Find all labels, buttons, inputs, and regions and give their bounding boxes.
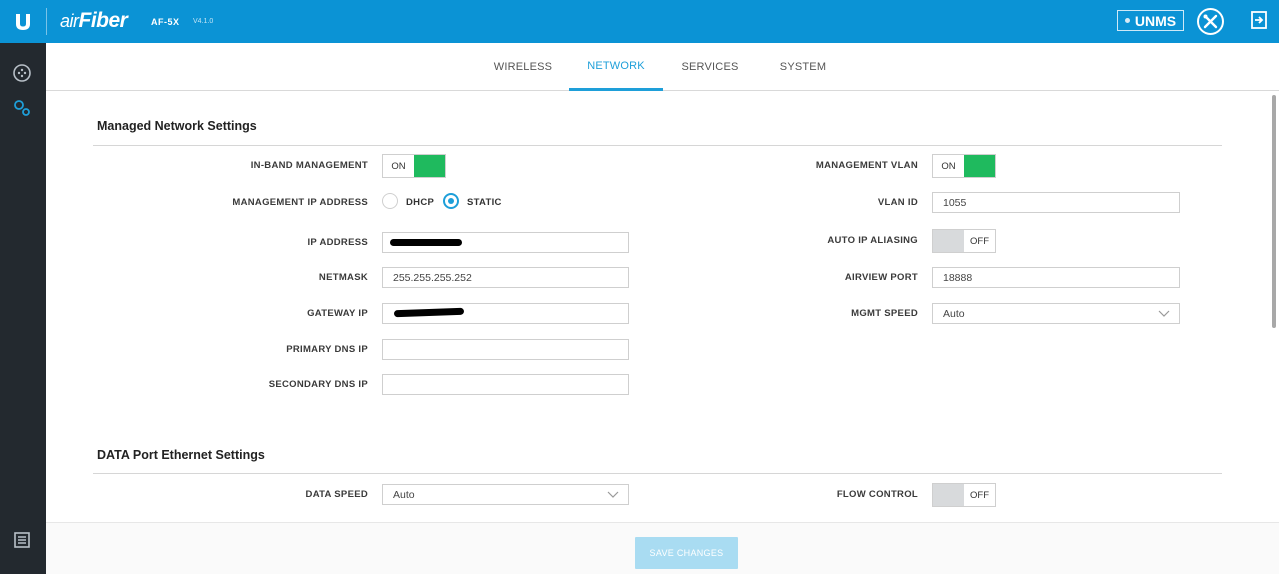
mgmt-speed-select[interactable]: Auto (932, 303, 1180, 324)
flow-control-toggle[interactable]: OFF (932, 483, 996, 507)
toggle-knob (964, 155, 995, 177)
netmask-label: NETMASK (318, 272, 368, 283)
chevron-down-icon (1158, 310, 1170, 317)
section-divider (93, 145, 1222, 146)
primary-dns-input[interactable] (382, 339, 629, 360)
auto-ip-aliasing-label: AUTO IP ALIASING (827, 235, 918, 246)
header-separator (46, 8, 47, 35)
management-vlan-state: ON (941, 160, 956, 172)
mgmt-speed-value: Auto (943, 307, 965, 320)
auto-ip-aliasing-state: OFF (970, 235, 989, 247)
secondary-dns-label: SECONDARY DNS IP (268, 379, 368, 390)
airview-port-input[interactable]: 18888 (932, 267, 1180, 288)
management-ip-address-label: MANAGEMENT IP ADDRESS (232, 197, 368, 208)
data-speed-value: Auto (393, 488, 415, 501)
unms-status-dot (1124, 18, 1130, 23)
brand-logo: airFiber (60, 9, 128, 33)
tab-network[interactable]: NETWORK (569, 43, 663, 91)
settings-content (46, 92, 1279, 574)
section-title-managed-network: Managed Network Settings (97, 119, 257, 133)
static-radio[interactable] (443, 193, 459, 209)
section-title-data-port: DATA Port Ethernet Settings (97, 448, 265, 462)
toggle-knob (414, 155, 445, 177)
management-vlan-label: MANAGEMENT VLAN (815, 160, 918, 171)
firmware-version: V4.1.0 (193, 18, 214, 25)
tab-bar: WIRELESS NETWORK SERVICES SYSTEM (46, 43, 1279, 91)
redaction-mark (390, 239, 462, 246)
logout-icon[interactable] (1249, 10, 1269, 30)
management-vlan-toggle[interactable]: ON (932, 154, 996, 178)
secondary-dns-input[interactable] (382, 374, 629, 395)
scrollbar[interactable] (1272, 95, 1276, 328)
flow-control-label: FLOW CONTROL (836, 489, 918, 500)
auto-ip-aliasing-toggle[interactable]: OFF (932, 229, 996, 253)
chevron-down-icon (607, 491, 619, 498)
primary-dns-label: PRIMARY DNS IP (286, 344, 368, 355)
tab-system[interactable]: SYSTEM (758, 43, 848, 91)
vlan-id-label: VLAN ID (877, 197, 918, 208)
ubiquiti-logo-icon[interactable] (0, 0, 46, 43)
top-bar: airFiber AF-5X V4.1.0 UNMS (0, 0, 1279, 43)
dhcp-radio[interactable] (382, 193, 398, 209)
section-divider (93, 473, 1222, 474)
netmask-input[interactable]: 255.255.255.252 (382, 267, 629, 288)
brand-name: Fiber (78, 9, 128, 32)
flow-control-state: OFF (970, 489, 989, 501)
dashboard-icon[interactable] (11, 62, 33, 84)
unms-button[interactable]: UNMS (1117, 10, 1184, 31)
tools-icon[interactable] (1197, 8, 1224, 35)
tab-wireless[interactable]: WIRELESS (478, 43, 568, 91)
static-radio-label: STATIC (467, 197, 502, 208)
log-icon[interactable] (11, 529, 33, 551)
vlan-id-input[interactable]: 1055 (932, 192, 1180, 213)
ip-address-label: IP ADDRESS (307, 237, 368, 248)
in-band-management-toggle[interactable]: ON (382, 154, 446, 178)
gateway-ip-label: GATEWAY IP (307, 308, 368, 319)
toggle-knob (933, 230, 964, 252)
in-band-management-label: IN-BAND MANAGEMENT (250, 160, 368, 171)
brand-prefix: air (60, 11, 79, 31)
mgmt-speed-label: MGMT SPEED (851, 308, 918, 319)
data-speed-label: DATA SPEED (305, 489, 368, 500)
unms-label: UNMS (1134, 12, 1177, 29)
data-speed-select[interactable]: Auto (382, 484, 629, 505)
settings-gears-icon[interactable] (11, 97, 33, 119)
tab-services[interactable]: SERVICES (665, 43, 755, 91)
dhcp-radio-label: DHCP (406, 197, 435, 208)
device-model: AF-5X (151, 17, 180, 27)
in-band-management-state: ON (391, 160, 406, 172)
toggle-knob (933, 484, 964, 506)
sidebar (0, 43, 46, 574)
save-changes-button[interactable]: SAVE CHANGES (635, 537, 738, 569)
airview-port-label: AIRVIEW PORT (844, 272, 918, 283)
